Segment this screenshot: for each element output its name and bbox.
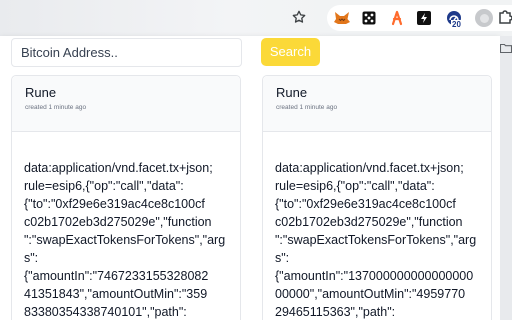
card-title: Rune bbox=[25, 85, 57, 100]
payload-line: rule=esip6,{"op":"call","data": bbox=[275, 179, 435, 193]
avatar-inner bbox=[479, 13, 489, 23]
payload-line: ":"swapExactTokensForTokens","arg bbox=[24, 233, 226, 247]
payload-line: s": bbox=[24, 251, 39, 265]
card-timestamp: created 1 minute ago bbox=[276, 104, 338, 111]
payload-line: c02b1702eb3d275029e","function bbox=[275, 215, 463, 229]
card-header: Rune created 1 minute ago bbox=[12, 76, 240, 132]
card-timestamp: created 1 minute ago bbox=[25, 104, 87, 111]
avatar-icon[interactable] bbox=[475, 9, 493, 27]
payload-line: data:application/vnd.facet.tx+json; bbox=[24, 161, 213, 175]
payload-line: 29465115363","path": bbox=[275, 305, 396, 319]
card-header: Rune created 1 minute ago bbox=[263, 76, 491, 132]
extension-popup-screen: 20 Search Rune created 1 minute ago data… bbox=[0, 0, 512, 320]
rune-card[interactable]: Rune created 1 minute ago data:applicati… bbox=[11, 75, 241, 320]
bolt-icon[interactable] bbox=[416, 10, 432, 26]
payload-line: {"amountIn":"137000000000000000 bbox=[275, 269, 474, 283]
dice-icon[interactable] bbox=[361, 10, 377, 26]
star-icon[interactable] bbox=[291, 9, 307, 25]
extension-badge: 20 bbox=[451, 20, 462, 29]
payload-line: c02b1702eb3d275029e","function bbox=[24, 215, 212, 229]
payload-line: 41351843","amountOutMin":"359 bbox=[24, 287, 208, 301]
card-payload: data:application/vnd.facet.tx+json; rule… bbox=[12, 132, 240, 320]
payload-line: ":"swapExactTokensForTokens","arg bbox=[275, 233, 477, 247]
bitcoin-address-input[interactable] bbox=[11, 38, 242, 67]
payload-line: 00000","amountOutMin":"4959770 bbox=[275, 287, 466, 301]
payload-line: data:application/vnd.facet.tx+json; bbox=[275, 161, 464, 175]
payload-line: {"to":"0xf29e6e319ac4ce8c100cf bbox=[275, 197, 456, 211]
rune-card[interactable]: Rune created 1 minute ago data:applicati… bbox=[262, 75, 492, 320]
card-title: Rune bbox=[276, 85, 308, 100]
search-button[interactable]: Search bbox=[261, 38, 320, 66]
payload-line: s": bbox=[275, 251, 290, 265]
card-payload: data:application/vnd.facet.tx+json; rule… bbox=[263, 132, 491, 320]
folder-icon[interactable] bbox=[500, 42, 512, 54]
browser-toolbar: 20 bbox=[0, 0, 512, 36]
payload-line: 83380354338740101","path": bbox=[24, 305, 187, 319]
page-behind-popup bbox=[500, 36, 512, 320]
payload-line: {"to":"0xf29e6e319ac4ce8c100cf bbox=[24, 197, 205, 211]
runner-icon[interactable] bbox=[388, 10, 404, 26]
address-bar-area bbox=[0, 0, 330, 36]
payload-line: rule=esip6,{"op":"call","data": bbox=[24, 179, 184, 193]
puzzle-icon[interactable] bbox=[499, 9, 512, 25]
payload-line: {"amountIn":"7467233155328082 bbox=[24, 269, 209, 283]
fox-icon[interactable] bbox=[334, 10, 350, 26]
